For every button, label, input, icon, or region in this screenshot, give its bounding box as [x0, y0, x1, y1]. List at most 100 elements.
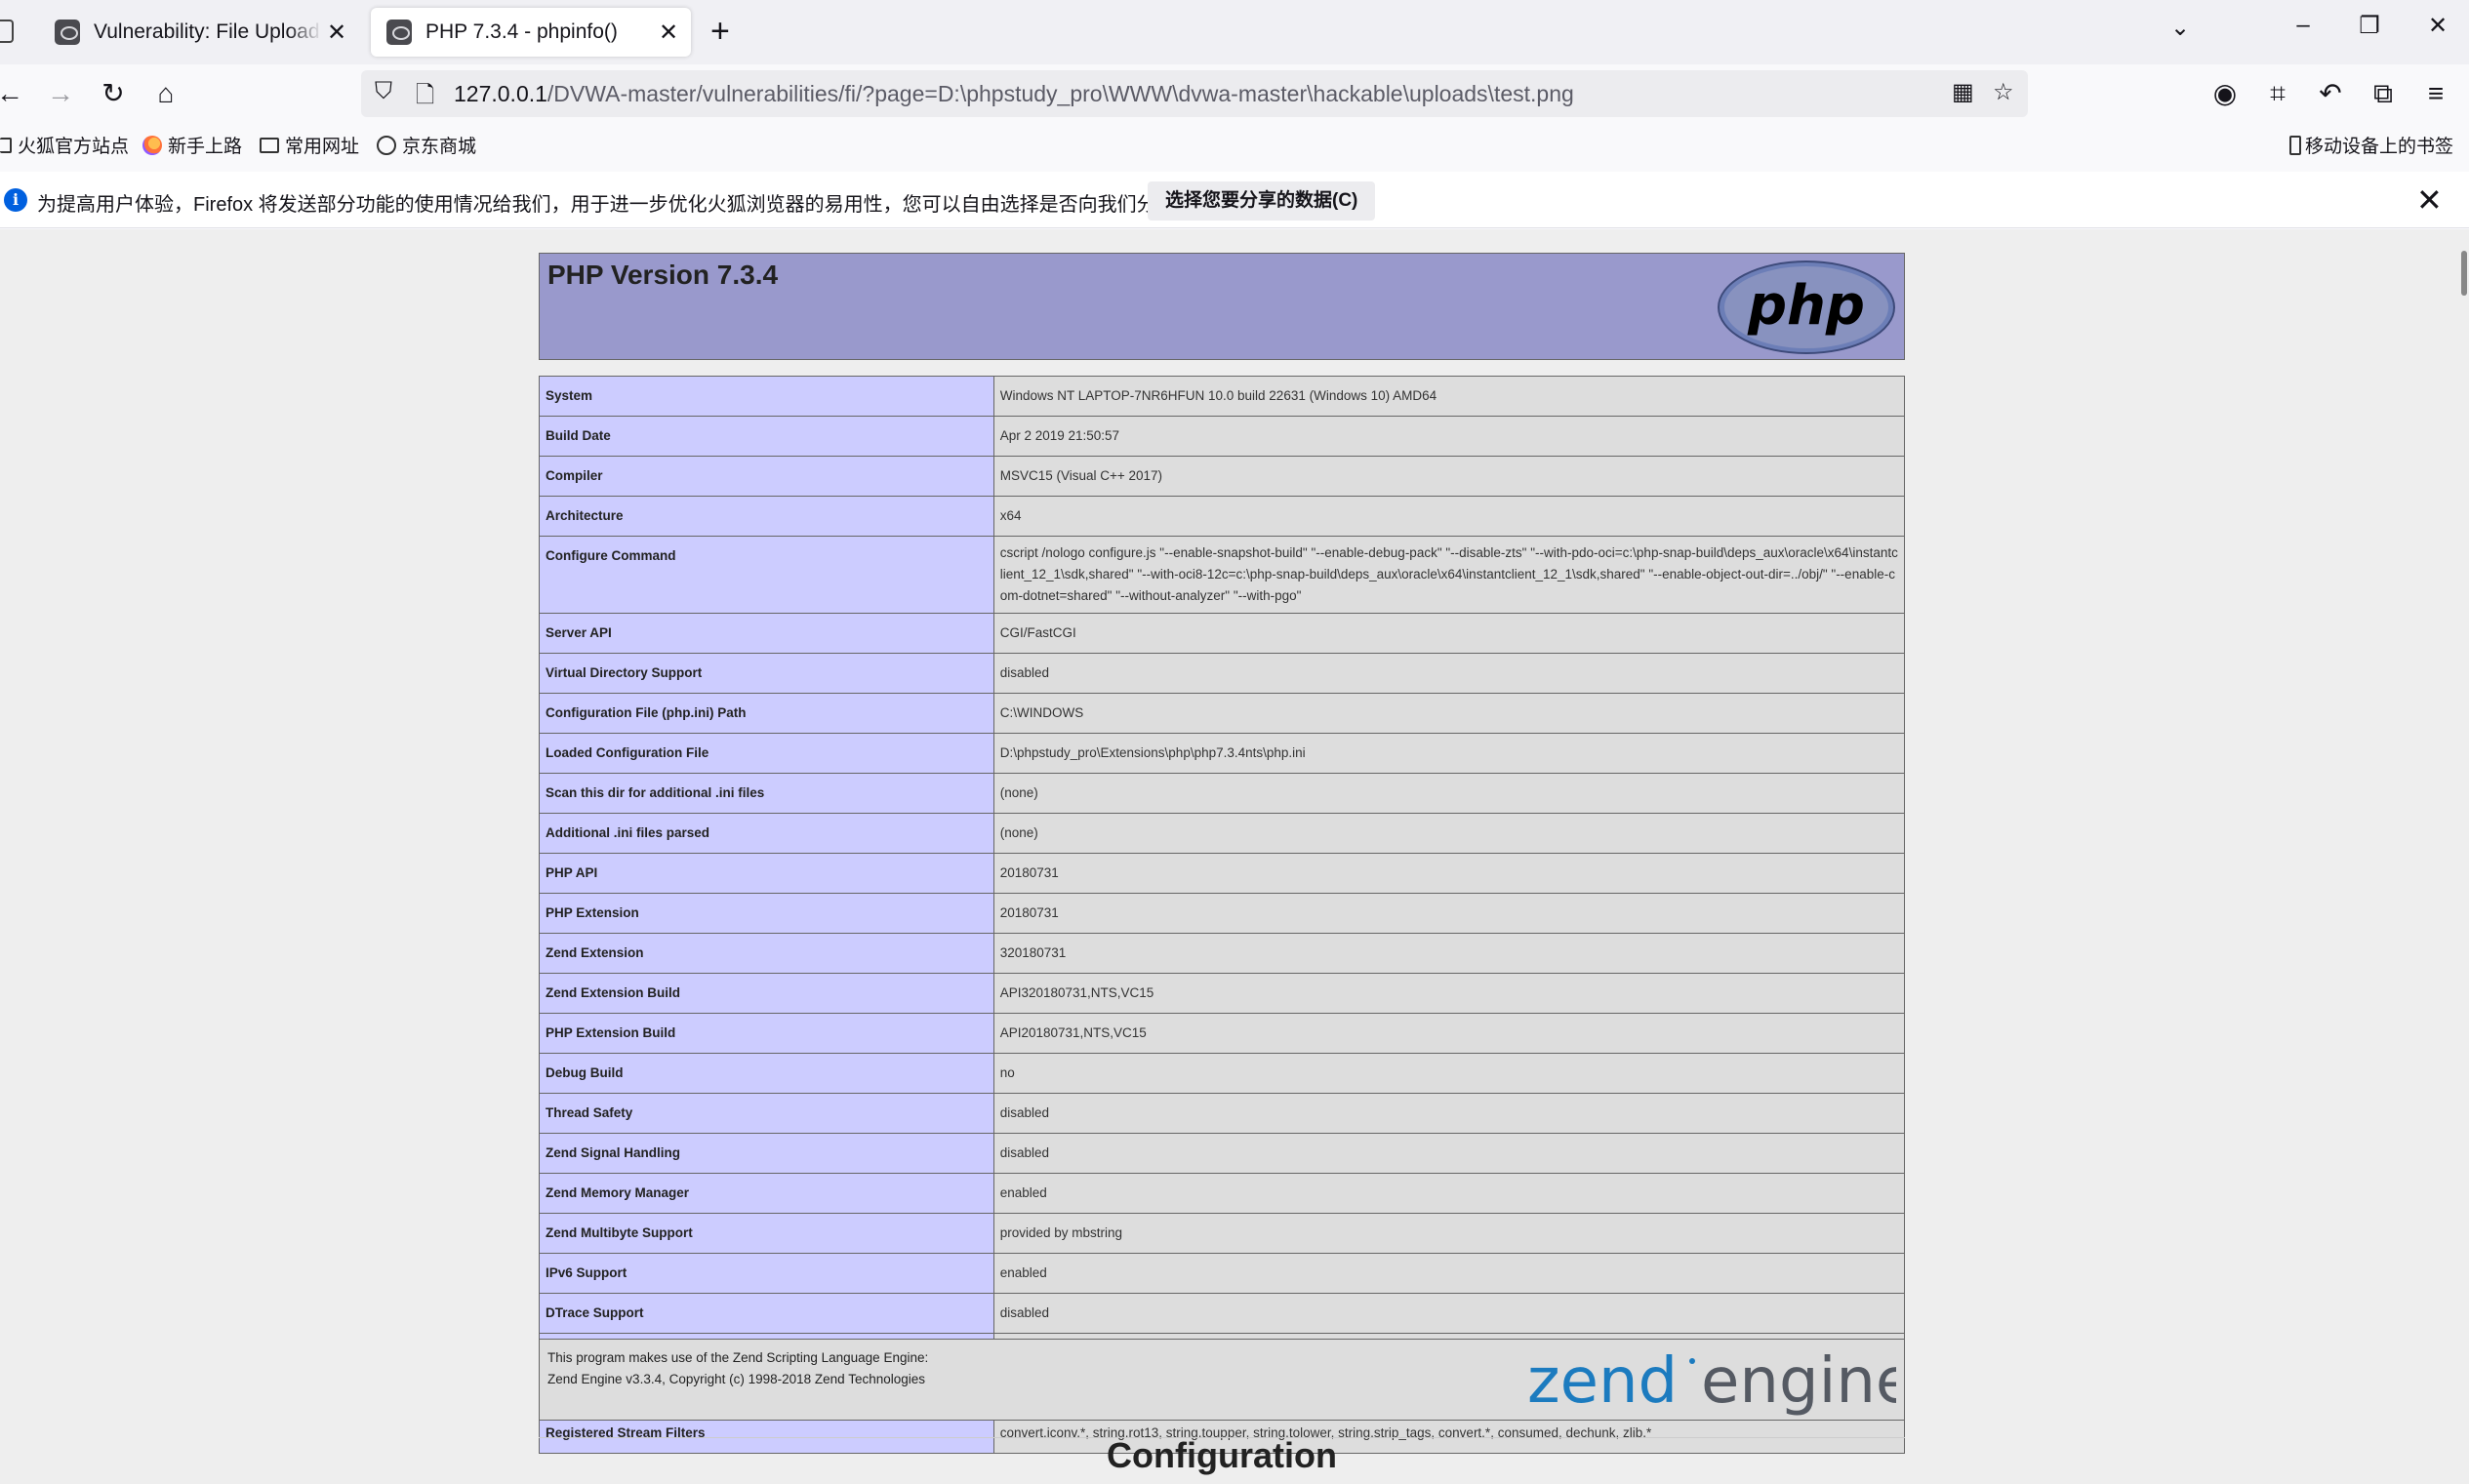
home-icon[interactable]: ⌂ — [146, 76, 185, 111]
screenshot-crop-icon[interactable]: ⌗ — [2258, 76, 2297, 111]
url-bar[interactable]: ⛉ 🗋 127.0.0.1/DVWA-master/vulnerabilitie… — [361, 70, 2028, 117]
info-icon: i — [4, 188, 27, 212]
zend-engine-box: This program makes use of the Zend Scrip… — [539, 1339, 1905, 1421]
new-tab-plus-icon[interactable]: + — [710, 14, 730, 49]
page-title: PHP Version 7.3.4 — [547, 260, 779, 290]
table-row: PHP Extension 20180731 — [539, 893, 1906, 934]
zend-logo-word-1: zend — [1527, 1345, 1678, 1416]
row-key: Debug Build — [539, 1053, 994, 1094]
tab-phpinfo[interactable]: PHP 7.3.4 - phpinfo() ✕ — [371, 8, 691, 57]
page-icon[interactable]: 🗋 — [416, 78, 434, 118]
zend-engine-logo: zend engine — [1527, 1345, 1896, 1416]
url-host: 127.0.0.1 — [454, 81, 547, 106]
table-row: DTrace Support disabled — [539, 1293, 1906, 1334]
row-key: Additional .ini files parsed — [539, 813, 994, 854]
row-key: PHP Extension Build — [539, 1013, 994, 1054]
row-key: Zend Multibyte Support — [539, 1213, 994, 1254]
row-key: Zend Extension — [539, 933, 994, 974]
table-row: Build Date Apr 2 2019 21:50:57 — [539, 416, 1906, 457]
zend-line-2: Zend Engine v3.3.4, Copyright (c) 1998-2… — [547, 1372, 925, 1386]
folder-icon — [0, 137, 12, 153]
row-value: Windows NT LAPTOP-7NR6HFUN 10.0 build 22… — [992, 376, 1906, 417]
account-icon[interactable]: ◉ — [2206, 76, 2245, 111]
zend-logo-word-2: engine — [1701, 1345, 1896, 1416]
row-key: Build Date — [539, 416, 994, 457]
mobile-bookmarks[interactable]: 移动设备上的书签 — [2289, 132, 2453, 158]
bookmark-label: 移动设备上的书签 — [2305, 137, 2454, 157]
row-value: 320180731 — [992, 933, 1906, 974]
row-value: 20180731 — [992, 853, 1906, 894]
row-key: Zend Extension Build — [539, 973, 994, 1014]
close-icon[interactable]: ✕ — [654, 19, 683, 47]
dvwa-favicon-icon — [55, 20, 80, 45]
qr-code-icon[interactable]: ▦ — [1952, 78, 1974, 106]
undo-arrow-icon[interactable]: ↶ — [2311, 76, 2350, 111]
extensions-icon[interactable]: ⧉ — [2364, 76, 2403, 111]
url-text[interactable]: 127.0.0.1/DVWA-master/vulnerabilities/fi… — [454, 81, 1574, 107]
url-path: /DVWA-master/vulnerabilities/fi/?page=D:… — [546, 81, 1574, 106]
table-row: Zend Multibyte Support provided by mbstri… — [539, 1213, 1906, 1254]
bookmark-getting-started[interactable]: 新手上路 — [142, 132, 242, 158]
close-icon[interactable]: ✕ — [2416, 181, 2443, 219]
table-row: Loaded Configuration File D:\phpstudy_pro… — [539, 733, 1906, 774]
row-key: Loaded Configuration File — [539, 733, 994, 774]
table-row: Additional .ini files parsed (none) — [539, 813, 1906, 854]
row-key: IPv6 Support — [539, 1253, 994, 1294]
globe-icon — [377, 135, 396, 155]
row-key: Configuration File (php.ini) Path — [539, 693, 994, 734]
php-version-header: PHP Version 7.3.4 php — [539, 253, 1905, 360]
tab-title: PHP 7.3.4 - phpinfo() — [425, 20, 618, 43]
minimize-icon[interactable]: – — [2284, 12, 2323, 39]
bookmarks-toolbar: 火狐官方站点 新手上路 常用网址 京东商城 移动设备上的书签 — [0, 125, 2469, 164]
zend-credit-text: This program makes use of the Zend Scrip… — [547, 1347, 928, 1390]
reload-icon[interactable]: ↻ — [94, 76, 133, 111]
forward-arrow-icon[interactable]: → — [41, 76, 80, 111]
row-key: DTrace Support — [539, 1293, 994, 1334]
row-value: (none) — [992, 773, 1906, 814]
back-arrow-icon[interactable]: ← — [0, 76, 29, 111]
table-row: PHP Extension Build API20180731,NTS,VC15 — [539, 1013, 1906, 1054]
row-key: Server API — [539, 613, 994, 654]
table-row: Configuration File (php.ini) Path C:\WIND… — [539, 693, 1906, 734]
row-key: Configure Command — [539, 536, 994, 614]
tab-file-upload[interactable]: Vulnerability: File Upload :: Damn Vulne… — [39, 8, 359, 57]
row-key: Scan this dir for additional .ini files — [539, 773, 994, 814]
row-key: Compiler — [539, 456, 994, 497]
row-key: Thread Safety — [539, 1093, 994, 1134]
shield-icon[interactable]: ⛉ — [375, 78, 392, 105]
menu-icon[interactable]: ≡ — [2416, 76, 2455, 111]
row-value: API320180731,NTS,VC15 — [992, 973, 1906, 1014]
row-value: disabled — [992, 1293, 1906, 1334]
table-row: Compiler MSVC15 (Visual C++ 2017) — [539, 456, 1906, 497]
scrollbar[interactable] — [2461, 251, 2467, 296]
firefox-icon — [142, 135, 162, 155]
row-value: no — [992, 1053, 1906, 1094]
close-icon[interactable]: ✕ — [322, 19, 351, 47]
bookmark-common-sites[interactable]: 常用网址 — [260, 132, 359, 158]
choose-data-button[interactable]: 选择您要分享的数据(C) — [1148, 181, 1376, 221]
table-row: Zend Signal Handling disabled — [539, 1133, 1906, 1174]
table-row: PHP API 20180731 — [539, 853, 1906, 894]
chevron-down-icon[interactable]: ⌄ — [2161, 14, 2200, 42]
table-row: Zend Memory Manager enabled — [539, 1173, 1906, 1214]
bookmark-jd[interactable]: 京东商城 — [377, 132, 476, 158]
table-row: Virtual Directory Support disabled — [539, 653, 1906, 694]
row-key: PHP API — [539, 853, 994, 894]
table-row: Scan this dir for additional .ini files(… — [539, 773, 1906, 814]
table-row: Server API CGI/FastCGI — [539, 613, 1906, 654]
table-row: Debug Build no — [539, 1053, 1906, 1094]
row-value: x64 — [992, 496, 1906, 537]
row-key: Zend Signal Handling — [539, 1133, 994, 1174]
data-sharing-notification: i 为提高用户体验，Firefox 将发送部分功能的使用情况给我们，用于进一步优… — [0, 172, 2469, 228]
row-value: (none) — [992, 813, 1906, 854]
window-close-icon[interactable]: ✕ — [2418, 12, 2457, 40]
table-row: Thread Safety disabled — [539, 1093, 1906, 1134]
bookmark-star-icon[interactable]: ☆ — [1993, 78, 2014, 106]
restore-icon[interactable]: ❐ — [2350, 12, 2389, 40]
row-value: cscript /nologo configure.js "--enable-s… — [992, 536, 1906, 614]
bookmark-firefox-official[interactable]: 火狐官方站点 — [0, 132, 129, 158]
tab-list-icon[interactable] — [0, 20, 14, 43]
row-value: provided by mbstring — [992, 1213, 1906, 1254]
notification-text: 为提高用户体验，Firefox 将发送部分功能的使用情况给我们，用于进一步优化火… — [37, 194, 1234, 216]
row-value: enabled — [992, 1253, 1906, 1294]
